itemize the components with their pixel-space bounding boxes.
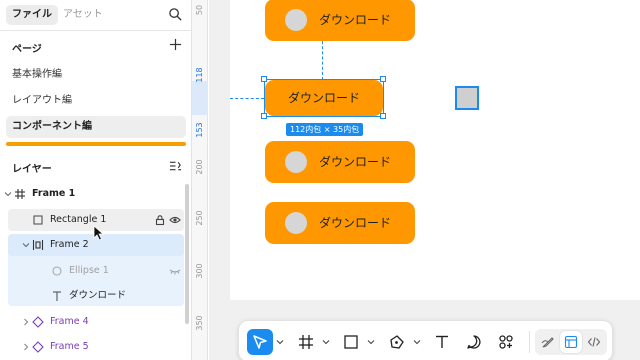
frame-icon <box>15 189 25 199</box>
chevron-down-icon[interactable] <box>4 190 12 198</box>
resize-handle-bottom-left[interactable] <box>261 113 267 119</box>
dev-mode-icon <box>587 337 601 347</box>
mode-switcher <box>535 329 607 355</box>
download-button-label: ダウンロード <box>319 155 392 169</box>
ellipse <box>285 212 307 234</box>
layers-sort-icon[interactable] <box>169 160 182 172</box>
ruler-tick: 300 <box>195 263 204 279</box>
layers-title: レイヤー <box>12 164 52 175</box>
resize-handle-bottom-right[interactable] <box>380 113 386 119</box>
layer-label: Frame 5 <box>50 341 89 352</box>
toolbar-divider <box>529 331 530 353</box>
page-item-component[interactable]: コンポーネント編 <box>6 116 186 138</box>
download-button-frame-5[interactable]: ダウンロード <box>265 202 415 244</box>
actions-icon <box>499 335 513 349</box>
ruler-tick: 50 <box>195 4 204 16</box>
search-icon[interactable] <box>168 7 183 22</box>
hidden-icon[interactable] <box>169 265 181 277</box>
layer-label: ダウンロード <box>69 290 127 301</box>
lock-icon[interactable] <box>154 214 166 226</box>
comment-icon <box>467 335 481 349</box>
chevron-down-icon[interactable] <box>322 338 330 346</box>
chevron-down-icon[interactable] <box>22 241 30 249</box>
pen-icon <box>390 335 404 349</box>
text-tool-button[interactable] <box>429 329 455 355</box>
eye-icon[interactable] <box>169 214 181 226</box>
text-icon <box>53 291 61 301</box>
dev-mode-button[interactable] <box>583 331 605 353</box>
autolayout-icon <box>32 240 44 250</box>
layer-label: Frame 4 <box>50 316 89 327</box>
rectangle-1-shape[interactable] <box>455 86 479 110</box>
ruler-selection-highlight <box>192 81 208 115</box>
divider <box>0 30 192 31</box>
ruler-tick: 250 <box>195 210 204 226</box>
mouse-cursor-icon <box>93 225 105 241</box>
layer-row-frame-1[interactable]: Frame 1 <box>0 182 192 206</box>
plus-icon[interactable] <box>169 38 182 51</box>
pages-title: ページ <box>12 44 42 55</box>
chevron-right-icon[interactable] <box>22 343 30 351</box>
tab-assets[interactable]: アセット <box>57 5 109 25</box>
download-button-label: ダウンロード <box>319 216 392 230</box>
component-icon <box>32 316 44 328</box>
shape-tool-button[interactable] <box>338 329 364 355</box>
layer-row-ellipse-1[interactable]: Ellipse 1 <box>0 259 192 283</box>
frame-tool-button[interactable] <box>293 329 319 355</box>
panel-tabs: ファイル アセット <box>0 0 192 30</box>
selection-box[interactable] <box>264 79 384 117</box>
vertical-ruler <box>192 0 208 360</box>
chevron-down-icon[interactable] <box>413 338 421 346</box>
bottom-toolbar <box>238 320 613 360</box>
download-button-frame-1[interactable]: ダウンロード <box>265 0 415 41</box>
design-mode-icon <box>564 335 578 349</box>
chevron-down-icon[interactable] <box>276 338 284 346</box>
chevron-down-icon[interactable] <box>367 338 375 346</box>
ellipse <box>285 151 307 173</box>
ruler-tick: 200 <box>195 159 204 175</box>
size-badge: 112内包 × 35内包 <box>286 123 364 136</box>
layer-row-text[interactable]: ダウンロード <box>0 284 192 308</box>
page-item-basic[interactable]: 基本操作編 <box>6 64 186 86</box>
left-panel: ファイル アセット ページ 基本操作編 レイアウト編 コンポーネント編 レイヤー… <box>0 0 192 360</box>
download-button-label: ダウンロード <box>319 13 392 27</box>
ellipse-icon <box>52 266 62 276</box>
draw-mode-icon <box>541 337 554 348</box>
text-icon <box>436 335 448 348</box>
layer-label: Ellipse 1 <box>69 265 109 276</box>
ruler-tick: 350 <box>195 315 204 331</box>
move-tool-button[interactable] <box>247 329 273 355</box>
frame-icon <box>299 335 313 349</box>
layer-row-frame-5[interactable]: Frame 5 <box>0 335 192 359</box>
ellipse <box>285 9 307 31</box>
actions-tool-button[interactable] <box>493 329 519 355</box>
draw-mode-button[interactable] <box>537 331 559 353</box>
layer-row-frame-4[interactable]: Frame 4 <box>0 310 192 334</box>
resize-handle-top-right[interactable] <box>380 76 386 82</box>
page-divider[interactable] <box>6 142 186 146</box>
ruler-tick-selection-end: 153 <box>195 122 204 138</box>
chevron-right-icon[interactable] <box>22 318 30 326</box>
design-mode-button[interactable] <box>560 331 582 353</box>
page-item-layout[interactable]: レイアウト編 <box>6 90 186 112</box>
comment-tool-button[interactable] <box>461 329 487 355</box>
layer-label: Frame 1 <box>32 188 76 199</box>
rectangle-icon <box>33 215 43 225</box>
layer-label: Frame 2 <box>50 239 89 250</box>
pen-tool-button[interactable] <box>384 329 410 355</box>
spacing-guide-horizontal <box>230 98 264 99</box>
ruler-tick-selection-start: 118 <box>195 67 204 83</box>
resize-handle-top-left[interactable] <box>261 76 267 82</box>
download-button-frame-4[interactable]: ダウンロード <box>265 141 415 183</box>
layers-scrollbar[interactable] <box>185 184 189 324</box>
component-icon <box>32 341 44 353</box>
tab-files[interactable]: ファイル <box>6 5 58 25</box>
move-icon <box>253 335 267 349</box>
shape-icon <box>344 335 358 349</box>
